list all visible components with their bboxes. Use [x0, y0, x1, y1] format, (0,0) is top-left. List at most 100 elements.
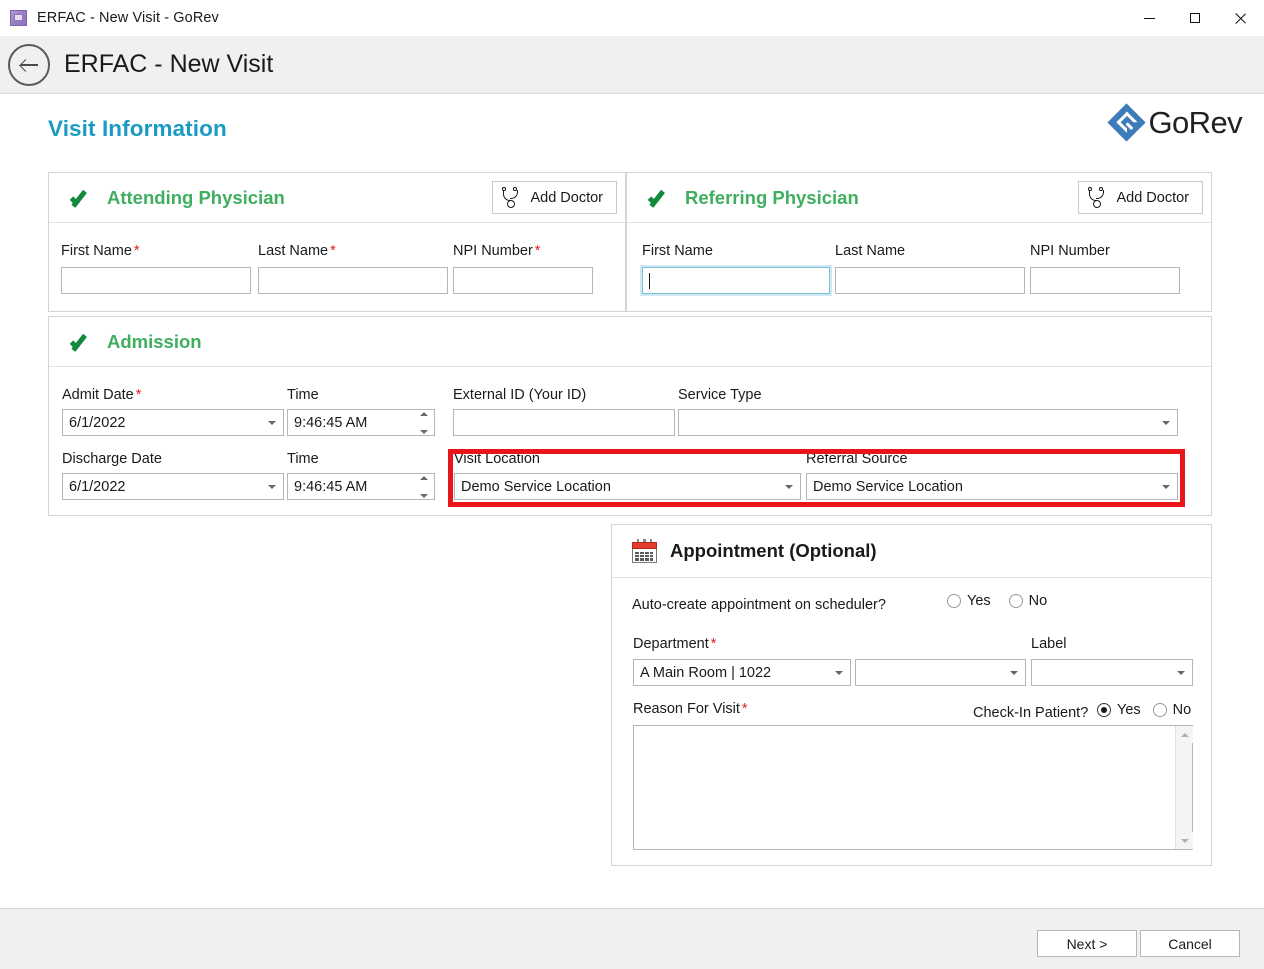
- window-titlebar: ERFAC - New Visit - GoRev: [0, 0, 1264, 36]
- reason-for-visit-textarea[interactable]: [633, 725, 1193, 850]
- attending-npi-label: NPI Number *: [453, 243, 541, 259]
- check-in-yes-radio[interactable]: Yes: [1097, 702, 1141, 718]
- required-asterisk: *: [135, 387, 142, 403]
- attending-last-name-label: Last Name *: [258, 243, 336, 259]
- spinner-up-icon[interactable]: [420, 476, 428, 480]
- referring-npi-label: NPI Number: [1030, 243, 1110, 259]
- maximize-icon: [1190, 13, 1200, 23]
- admission-header: Admission: [49, 317, 1211, 367]
- referring-npi-input[interactable]: [1030, 267, 1180, 294]
- label-select[interactable]: [1031, 659, 1193, 686]
- required-asterisk: *: [133, 243, 140, 259]
- gorev-logo-text: GoRev: [1148, 105, 1243, 140]
- time-spinner-buttons[interactable]: [419, 476, 429, 498]
- attending-physician-header: Attending Physician Add Doctor: [49, 173, 625, 223]
- chevron-down-icon: [1162, 420, 1170, 425]
- referral-source-select[interactable]: Demo Service Location: [806, 473, 1178, 500]
- scroll-up-icon: [1180, 732, 1189, 737]
- check-in-yes-label: Yes: [1117, 702, 1141, 718]
- admit-time-input[interactable]: 9:46:45 AM: [287, 409, 435, 436]
- cancel-button[interactable]: Cancel: [1140, 930, 1240, 957]
- radio-dot: [947, 594, 961, 608]
- label-field-label: Label: [1031, 636, 1067, 652]
- auto-create-no-radio[interactable]: No: [1008, 593, 1047, 609]
- check-in-patient-label: Check-In Patient?: [973, 705, 1089, 721]
- scroll-down-button[interactable]: [1176, 832, 1193, 849]
- reason-for-visit-label: Reason For Visit *: [633, 701, 748, 717]
- discharge-time-input[interactable]: 9:46:45 AM: [287, 473, 435, 500]
- page-header: ERFAC - New Visit: [0, 36, 1264, 94]
- admit-date-label: Admit Date *: [62, 387, 142, 403]
- attending-add-doctor-button[interactable]: Add Doctor: [492, 181, 617, 214]
- chevron-down-icon: [268, 484, 276, 489]
- admission-title: Admission: [107, 330, 202, 352]
- green-check-icon: [69, 188, 95, 208]
- check-in-radio-group[interactable]: Yes No: [1097, 702, 1191, 718]
- radio-dot-selected: [1097, 703, 1111, 717]
- attending-physician-panel: Attending Physician Add Doctor First Nam…: [48, 172, 626, 312]
- green-check-icon: [647, 188, 673, 208]
- green-check-icon: [69, 332, 95, 352]
- visit-location-select[interactable]: Demo Service Location: [454, 473, 801, 500]
- required-asterisk: *: [534, 243, 541, 259]
- chevron-down-icon: [785, 484, 793, 489]
- back-button[interactable]: [8, 43, 50, 86]
- referring-add-doctor-button[interactable]: Add Doctor: [1078, 181, 1203, 214]
- admit-date-input[interactable]: 6/1/2022: [62, 409, 284, 436]
- required-asterisk: *: [330, 243, 336, 259]
- external-id-input[interactable]: [453, 409, 675, 436]
- auto-create-radio-group[interactable]: Yes No: [947, 593, 1065, 609]
- discharge-date-label: Discharge Date: [62, 451, 162, 467]
- scroll-up-button[interactable]: [1176, 726, 1193, 743]
- chevron-down-icon: [1010, 670, 1018, 675]
- service-type-label: Service Type: [678, 387, 762, 403]
- referring-first-name-input[interactable]: [642, 267, 830, 294]
- stethoscope-icon: [1087, 187, 1107, 208]
- window-controls: [1126, 0, 1264, 36]
- auto-create-yes-radio[interactable]: Yes: [947, 593, 991, 609]
- external-id-label: External ID (Your ID): [453, 387, 587, 403]
- new-visit-window: ERFAC - New Visit - GoRev ERFAC - New Vi…: [0, 0, 1264, 969]
- minimize-button[interactable]: [1126, 0, 1172, 36]
- appointment-panel: Appointment (Optional) Auto-create appoi…: [611, 524, 1212, 866]
- check-in-no-label: No: [1172, 702, 1192, 718]
- spinner-down-icon[interactable]: [420, 494, 428, 498]
- back-arrow-icon: [20, 59, 38, 70]
- check-in-no-radio[interactable]: No: [1152, 702, 1192, 718]
- spinner-up-icon[interactable]: [420, 412, 428, 416]
- attending-last-name-input[interactable]: [258, 267, 448, 294]
- referring-physician-panel: Referring Physician Add Doctor First Nam…: [626, 172, 1212, 312]
- referring-physician-title: Referring Physician: [685, 186, 859, 208]
- app-cube-icon: [10, 9, 28, 27]
- discharge-date-input[interactable]: 6/1/2022: [62, 473, 284, 500]
- attending-first-name-input[interactable]: [61, 267, 251, 294]
- minimize-icon: [1143, 17, 1155, 19]
- required-asterisk: *: [710, 636, 717, 652]
- textarea-scrollbar[interactable]: [1175, 726, 1193, 849]
- maximize-button[interactable]: [1172, 0, 1218, 36]
- appointment-title: Appointment (Optional): [670, 540, 877, 561]
- service-type-select[interactable]: [678, 409, 1178, 436]
- spinner-down-icon[interactable]: [420, 430, 428, 434]
- attending-npi-input[interactable]: [453, 267, 593, 294]
- department-label: Department *: [633, 636, 717, 652]
- department-select[interactable]: A Main Room | 1022: [633, 659, 851, 686]
- department-secondary-select[interactable]: [855, 659, 1026, 686]
- appointment-header: Appointment (Optional): [612, 525, 1211, 578]
- visit-location-label: Visit Location: [454, 451, 540, 467]
- close-icon: [1235, 12, 1247, 24]
- close-button[interactable]: [1218, 0, 1264, 36]
- referring-last-name-input[interactable]: [835, 267, 1025, 294]
- page-body: Visit Information GoRev Attending Physic…: [0, 94, 1264, 908]
- gorev-diamond-icon: [1106, 103, 1146, 142]
- page-title: ERFAC - New Visit: [64, 50, 274, 78]
- admit-time-label: Time: [287, 387, 319, 403]
- radio-dot: [1152, 703, 1167, 717]
- next-button[interactable]: Next >: [1037, 930, 1137, 957]
- auto-create-yes-label: Yes: [967, 593, 991, 609]
- referring-first-name-label: First Name: [642, 243, 713, 259]
- chevron-down-icon: [268, 420, 276, 425]
- time-spinner-buttons[interactable]: [419, 412, 429, 434]
- chevron-down-icon: [1162, 484, 1170, 489]
- attending-add-doctor-label: Add Doctor: [530, 189, 603, 206]
